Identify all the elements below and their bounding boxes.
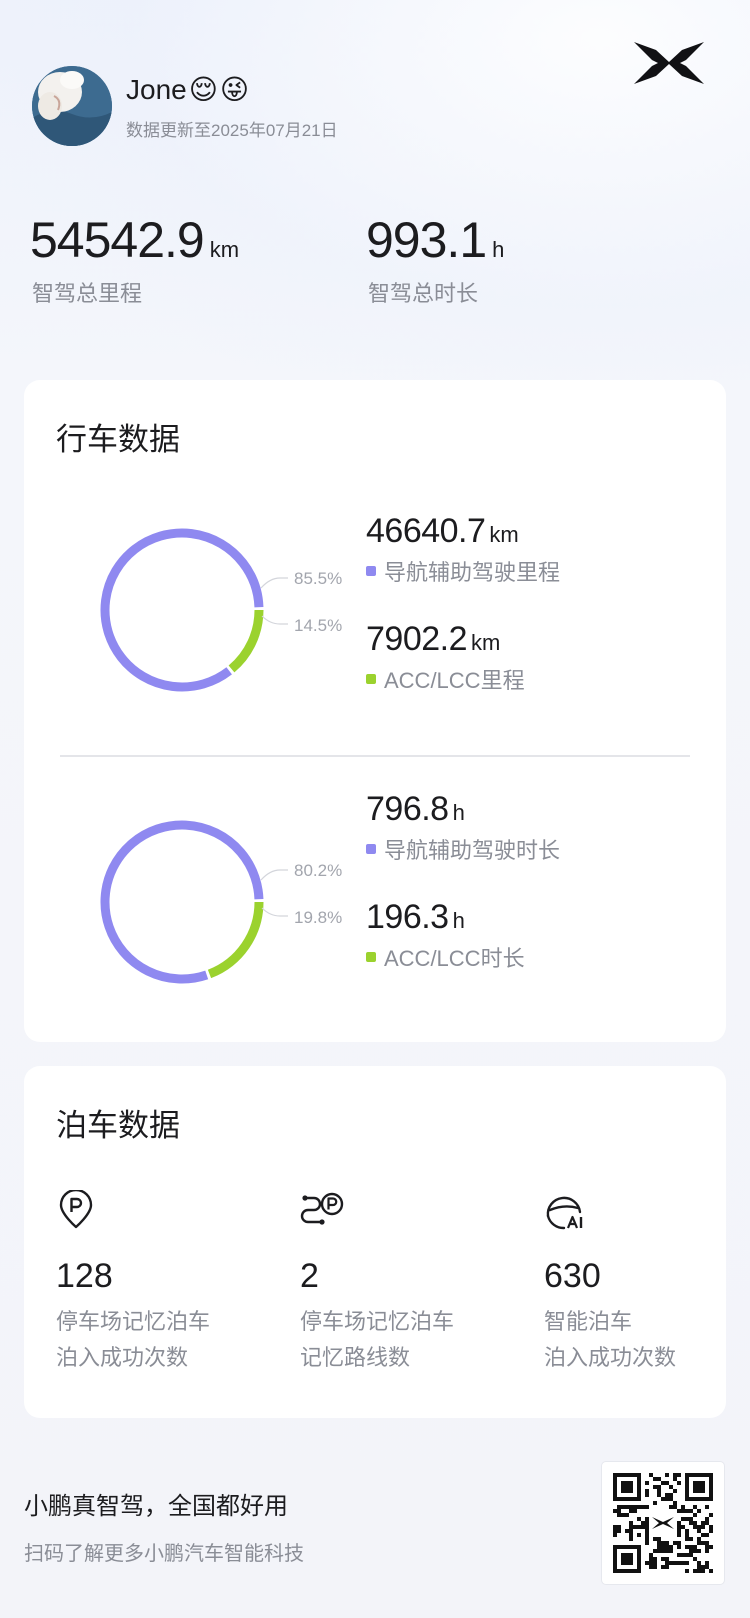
total-mileage: 54542.9 km 智驾总里程 — [30, 212, 239, 308]
qr-code-icon — [613, 1473, 713, 1573]
acc-mileage-label: ACC/LCC里程 — [384, 668, 525, 693]
acc-duration-value: 196.3 — [366, 898, 449, 936]
total-duration-unit: h — [492, 237, 505, 262]
parking-pin-icon — [59, 1188, 93, 1229]
acc-legend-swatch — [366, 674, 376, 684]
mileage-breakdown: 85.5% 14.5% 46640.7 km 导航辅助驾驶里程 7902.2 k… — [24, 510, 726, 730]
footer: 小鹏真智驾，全国都好用 扫码了解更多小鹏汽车智能科技 — [24, 1462, 726, 1584]
driving-card-title: 行车数据 — [56, 422, 180, 457]
nav-duration-value: 796.8 — [366, 790, 449, 828]
acc-duration-unit: h — [452, 908, 465, 933]
memory-parking-success-stat: 128 停车场记忆泊车 泊入成功次数 — [56, 1188, 266, 1376]
memory-parking-success-label-line2: 泊入成功次数 — [56, 1345, 189, 1370]
total-duration-value-row: 993.1 h — [366, 212, 504, 268]
acc-mileage-unit: km — [471, 630, 501, 655]
smart-parking-value: 630 — [544, 1257, 601, 1295]
mileage-donut-chart: 85.5% 14.5% — [100, 528, 342, 692]
memory-parking-success-label-line1: 停车场记忆泊车 — [56, 1309, 211, 1334]
nav-duration-value-row: 796.8 h — [366, 790, 560, 829]
section-divider — [60, 755, 690, 757]
duration-donut-chart: 80.2% 19.8% — [100, 820, 342, 984]
duration-secondary-leader — [261, 907, 288, 917]
nav-legend-swatch — [366, 566, 376, 576]
duration-breakdown: 80.2% 19.8% 796.8 h 导航辅助驾驶时长 196.3 h ACC… — [24, 790, 726, 1022]
acc-duration-label-row: ACC/LCC时长 — [366, 941, 525, 973]
driving-data-card: 行车数据 85.5% 14.5% 46640.7 km 导航辅助驾驶里程 790… — [24, 380, 726, 1042]
smart-parking-label-line1: 智能泊车 — [544, 1309, 633, 1334]
duration-donut-primary-arc — [100, 820, 264, 984]
winking-tongue-emoji: 😜 — [219, 73, 250, 105]
acc-mileage-value: 7902.2 — [366, 620, 468, 658]
total-mileage-unit: km — [209, 237, 240, 262]
total-duration: 993.1 h 智驾总时长 — [366, 212, 504, 308]
memory-route-label-line2: 记忆路线数 — [300, 1345, 411, 1370]
nav-mileage-label: 导航辅助驾驶里程 — [384, 560, 561, 585]
smart-parking-stat: 630 智能泊车 泊入成功次数 — [544, 1190, 750, 1376]
memory-parking-success-value: 128 — [56, 1257, 113, 1295]
user-info: Jone 😌 😜 数据更新至2025年07月21日 — [126, 72, 338, 141]
memory-route-stat: 2 停车场记忆泊车 记忆路线数 — [300, 1190, 510, 1376]
acc-mileage-metric: 7902.2 km ACC/LCC里程 — [366, 620, 525, 695]
nav-duration-label: 导航辅助驾驶时长 — [384, 838, 561, 863]
mileage-secondary-leader — [261, 615, 288, 625]
user-name-row: Jone 😌 😜 — [126, 72, 338, 108]
nav-mileage-value: 46640.7 — [366, 512, 486, 550]
duration-primary-percent: 80.2% — [294, 861, 342, 880]
page: Jone 😌 😜 数据更新至2025年07月21日 54542.9 km 智驾总… — [0, 0, 750, 1618]
parking-card-title: 泊车数据 — [56, 1108, 180, 1143]
mileage-primary-leader — [260, 577, 288, 589]
qr-code[interactable] — [602, 1462, 724, 1584]
duration-secondary-percent: 19.8% — [294, 908, 342, 927]
nav-mileage-value-row: 46640.7 km — [366, 512, 560, 551]
total-summary: 54542.9 km 智驾总里程 993.1 h 智驾总时长 — [30, 212, 730, 312]
total-mileage-value-row: 54542.9 km — [30, 212, 239, 268]
total-mileage-value: 54542.9 — [30, 212, 205, 268]
smart-parking-label-line2: 泊入成功次数 — [544, 1345, 677, 1370]
nav-duration-label-row: 导航辅助驾驶时长 — [366, 833, 560, 865]
total-duration-value: 993.1 — [366, 212, 487, 268]
parking-data-card: 泊车数据 128 停车场记忆泊车 泊入成功次数 2 停车场记忆泊车 记忆路线数 … — [24, 1066, 726, 1418]
avatar[interactable] — [32, 66, 112, 146]
route-parking-icon — [300, 1192, 344, 1225]
ai-parking-icon — [546, 1196, 583, 1230]
nav-mileage-label-row: 导航辅助驾驶里程 — [366, 555, 560, 587]
nav-mileage-metric: 46640.7 km 导航辅助驾驶里程 — [366, 512, 560, 587]
relieved-face-emoji: 😌 — [188, 73, 218, 105]
acc-mileage-label-row: ACC/LCC里程 — [366, 663, 525, 695]
memory-route-label: 停车场记忆泊车 记忆路线数 — [300, 1304, 510, 1376]
update-date: 数据更新至2025年07月21日 — [126, 120, 338, 140]
nav-mileage-unit: km — [489, 522, 519, 547]
mileage-secondary-percent: 14.5% — [294, 616, 342, 635]
acc-duration-label: ACC/LCC时长 — [384, 946, 525, 971]
acc-duration-legend-swatch — [366, 952, 376, 962]
user-name: Jone — [126, 73, 187, 105]
acc-duration-value-row: 196.3 h — [366, 898, 525, 937]
memory-route-label-line1: 停车场记忆泊车 — [300, 1309, 455, 1334]
mileage-primary-percent: 85.5% — [294, 569, 342, 588]
nav-duration-metric: 796.8 h 导航辅助驾驶时长 — [366, 790, 560, 865]
smart-parking-label: 智能泊车 泊入成功次数 — [544, 1304, 750, 1376]
acc-duration-metric: 196.3 h ACC/LCC时长 — [366, 898, 525, 973]
total-mileage-label: 智驾总里程 — [32, 281, 143, 306]
memory-parking-success-label: 停车场记忆泊车 泊入成功次数 — [56, 1304, 266, 1376]
profile-header: Jone 😌 😜 数据更新至2025年07月21日 — [32, 66, 338, 146]
nav-duration-unit: h — [452, 800, 465, 825]
memory-route-value: 2 — [300, 1257, 319, 1295]
total-duration-label: 智驾总时长 — [368, 281, 479, 306]
xpeng-logo-icon — [634, 42, 704, 84]
acc-mileage-value-row: 7902.2 km — [366, 620, 525, 659]
duration-primary-leader — [260, 869, 288, 881]
nav-duration-legend-swatch — [366, 844, 376, 854]
